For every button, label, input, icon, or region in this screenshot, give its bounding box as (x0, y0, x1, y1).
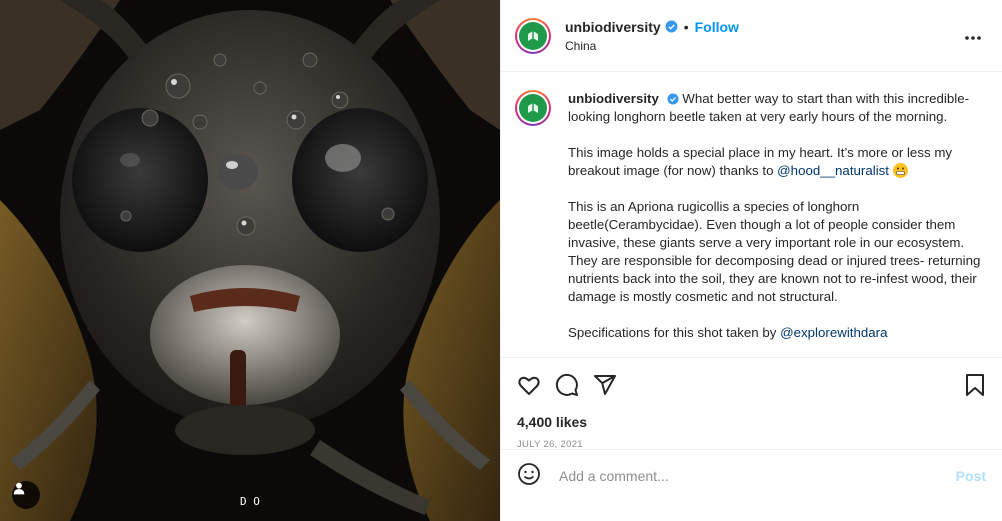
username-link[interactable]: unbiodiversity (565, 19, 661, 35)
post-actions: 4,400 likes JULY 26, 2021 Post (501, 357, 1002, 502)
post-dialog: D O unbiodiversity • Follow China unbiod… (0, 0, 1002, 521)
grimacing-emoji-icon (892, 163, 908, 178)
separator-dot: • (683, 18, 689, 35)
verified-icon (665, 20, 678, 33)
post-header: unbiodiversity • Follow China (501, 0, 1002, 72)
more-options-button[interactable] (964, 28, 982, 46)
caption-paragraph-4: Specifications for this shot taken by (568, 325, 781, 340)
mention-link[interactable]: @explorewithdara (780, 325, 887, 340)
emoji-icon (518, 462, 540, 485)
likes-count[interactable]: 4,400 likes (517, 414, 986, 430)
photo-watermark: D O (240, 495, 260, 508)
caption-username[interactable]: unbiodiversity (568, 91, 659, 106)
caption-avatar[interactable] (515, 90, 551, 126)
like-button[interactable] (517, 373, 541, 397)
user-tag-button[interactable] (12, 481, 40, 509)
share-icon (594, 375, 616, 395)
action-icons (517, 372, 986, 398)
comment-icon (555, 373, 578, 396)
caption-section: unbiodiversity What better way to start … (501, 72, 1002, 357)
caption-text: unbiodiversity What better way to start … (568, 90, 988, 357)
heart-icon (518, 376, 540, 395)
more-icon (965, 36, 981, 40)
comment-bar: Post (501, 449, 1002, 502)
comment-input[interactable] (557, 467, 956, 485)
post-image[interactable]: D O (0, 0, 500, 521)
comment-button[interactable] (555, 373, 579, 397)
bookmark-icon (966, 374, 984, 396)
follow-button[interactable]: Follow (695, 19, 739, 35)
unbiodiversity-logo-icon (519, 94, 547, 122)
post-comment-button[interactable]: Post (956, 468, 986, 484)
location-link[interactable]: China (565, 39, 739, 53)
user-tag-icon (13, 482, 25, 495)
emoji-picker-button[interactable] (517, 462, 541, 491)
share-button[interactable] (593, 373, 617, 397)
caption-paragraph-3: This is an Apriona rugicollis a species … (568, 199, 981, 304)
save-button[interactable] (964, 373, 986, 397)
post-side-panel: unbiodiversity • Follow China unbiodiver… (500, 0, 1002, 521)
unbiodiversity-logo-icon (519, 21, 547, 50)
mention-link[interactable]: @hood__naturalist (777, 163, 889, 178)
beetle-photo (0, 0, 500, 521)
verified-icon (667, 93, 679, 105)
avatar[interactable] (515, 17, 551, 54)
